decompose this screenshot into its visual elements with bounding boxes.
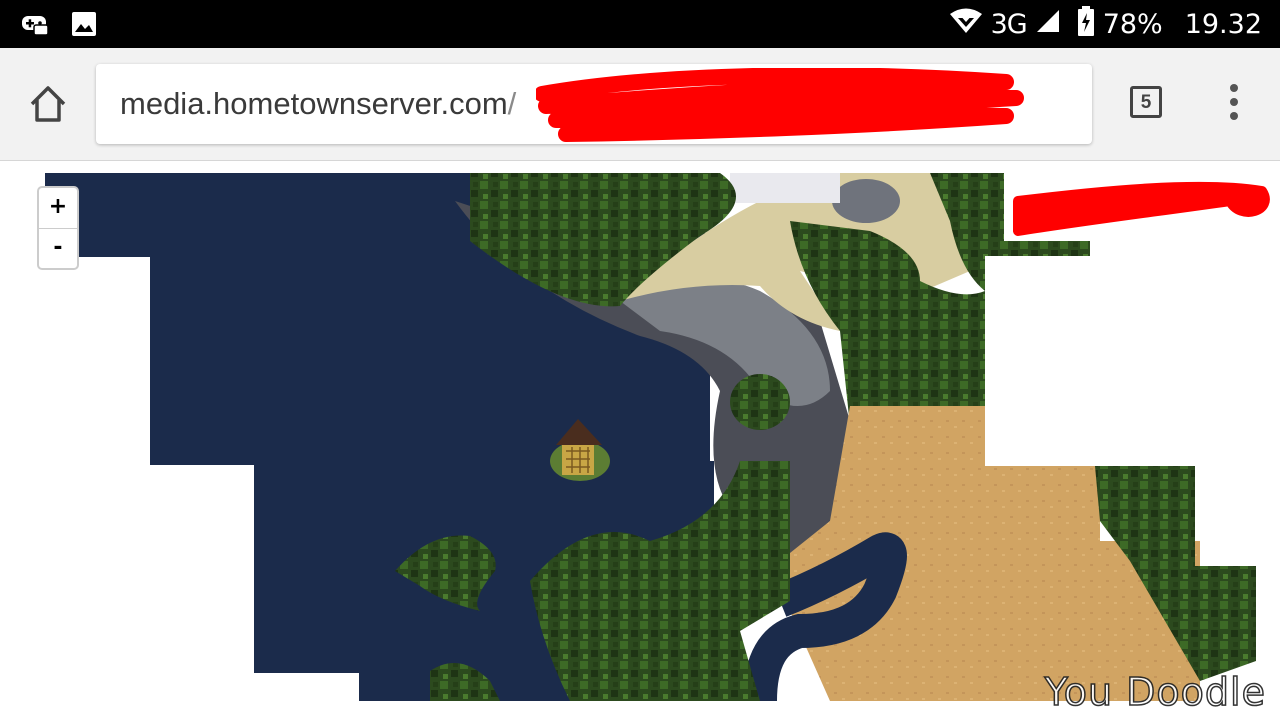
clock: 19.32	[1184, 8, 1262, 40]
zoom-out-button[interactable]: -	[39, 229, 77, 269]
overflow-menu-icon	[1230, 84, 1238, 92]
overflow-menu-button[interactable]	[1222, 84, 1246, 124]
zoom-control: + -	[37, 186, 79, 270]
tab-switcher-button[interactable]: 5	[1130, 86, 1162, 118]
address-bar[interactable]: media.hometownserver.com/	[96, 64, 1092, 144]
signal-icon	[1035, 8, 1061, 41]
battery-charging-icon	[1077, 5, 1095, 43]
watermark-text: You Doodle	[1044, 669, 1266, 715]
redaction-scribble-map	[1013, 181, 1270, 236]
map-viewport[interactable]: You Doodle	[0, 161, 1280, 720]
image-icon	[70, 10, 98, 43]
status-bar: 3G 78% 19.32	[0, 0, 1280, 48]
home-icon	[26, 86, 70, 130]
wifi-icon	[949, 7, 983, 42]
tab-count: 5	[1140, 92, 1152, 113]
url-text: media.hometownserver.com/	[120, 86, 516, 122]
url-path: /	[507, 86, 517, 121]
network-type: 3G	[990, 8, 1028, 40]
url-domain: media.hometownserver.com	[120, 86, 508, 121]
forest-islet	[730, 374, 790, 430]
map-tiles[interactable]	[0, 161, 1280, 720]
battery-level: 78%	[1102, 8, 1163, 40]
home-button[interactable]	[26, 82, 70, 126]
game-controller-icon	[20, 11, 50, 42]
browser-toolbar: media.hometownserver.com/ 5	[0, 48, 1280, 161]
stone-pond	[832, 179, 900, 223]
redaction-scribble	[536, 68, 1024, 142]
zoom-in-button[interactable]: +	[39, 188, 77, 229]
snow	[730, 173, 840, 203]
